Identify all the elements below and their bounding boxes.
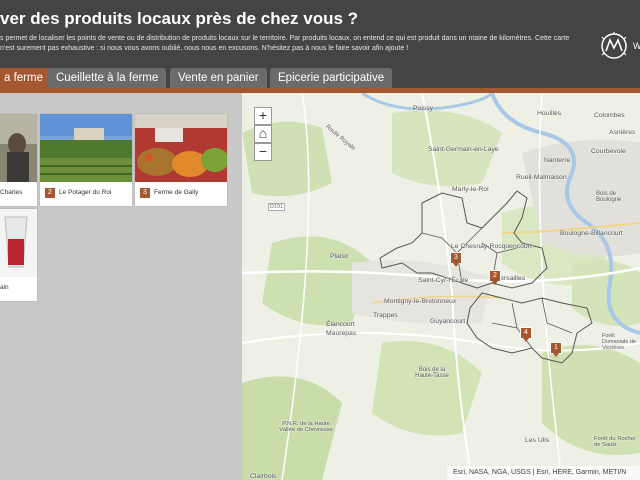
- map-place-label: Forêt du Rocher de Saulx: [594, 436, 636, 448]
- map-place-label: Bois de Boulogne: [596, 191, 622, 203]
- marker-tip: [553, 353, 559, 357]
- page-title: ver des produits locaux près de chez vou…: [0, 9, 359, 28]
- map-place-label: Élancourt: [326, 321, 355, 328]
- card-item-3[interactable]: 3 Ferme de Gally: [135, 114, 227, 206]
- map-place-label: Bois de la Haute-Tasse: [415, 367, 449, 379]
- map-place-label: Guyancourt: [430, 318, 466, 325]
- app-header: ver des produits locaux près de chez vou…: [0, 0, 640, 68]
- card-thumbnail: [40, 114, 132, 182]
- card-thumbnail: [0, 114, 37, 182]
- card-number: 2: [45, 188, 55, 198]
- map-place-label: Boulogne-Billancourt: [560, 230, 623, 237]
- card-thumbnail: [0, 209, 37, 277]
- map-place-label: Nanterre: [544, 157, 571, 164]
- tab-cueillette[interactable]: Cueillette à la ferme: [48, 68, 167, 88]
- card-label: Le Potager du Roi: [59, 189, 112, 196]
- tab-epicerie[interactable]: Epicerie participative: [270, 68, 393, 88]
- logo-text: W: [633, 41, 640, 51]
- map-place-label: Les Ulis: [525, 437, 550, 444]
- map-marker-4[interactable]: 4: [520, 327, 532, 342]
- page-description: s permet de localiser les points de vent…: [0, 35, 570, 52]
- card-list: Charles 2 Le Potager du Roi 3 Ferme de G…: [0, 93, 242, 480]
- card-label: Ferme de Gally: [154, 189, 199, 196]
- zoom-in-button[interactable]: +: [254, 107, 272, 125]
- card-item-2[interactable]: 2 Le Potager du Roi: [40, 114, 132, 206]
- map-place-label: P.N.R. de la Haute Vallée de Chevreuse: [279, 421, 333, 433]
- card-label: ain: [0, 284, 9, 291]
- map-place-label: Montigny-le-Bretonneux: [384, 298, 457, 305]
- map-marker-2[interactable]: 2: [489, 270, 501, 285]
- map-place-label: Trappes: [373, 312, 398, 319]
- map-place-label: Plaisir: [330, 253, 349, 260]
- map-place-label: Colombes: [594, 112, 625, 119]
- card-thumbnail: [135, 114, 227, 182]
- card-item-4[interactable]: ain: [0, 209, 37, 301]
- map-marker-1[interactable]: 1: [550, 342, 562, 357]
- map-place-label: Asnières: [609, 129, 636, 136]
- map-place-label: Le Chesnay-Rocquencourt: [451, 243, 532, 250]
- zoom-out-button[interactable]: −: [254, 143, 272, 161]
- map-place-label: Marly-le-Roi: [452, 186, 489, 193]
- map-place-label: Forêt Domaniale de Verrières: [602, 333, 636, 351]
- marker-tip: [523, 338, 529, 342]
- map-place-label: Clairbois: [250, 473, 277, 480]
- home-button[interactable]: ⌂: [254, 125, 272, 143]
- tab-vente-ferme[interactable]: a ferme: [0, 68, 51, 88]
- card-label: Charles: [0, 189, 23, 196]
- map-attribution[interactable]: Esri, NASA, NGA, USGS | Esri, HERE, Garm…: [447, 466, 640, 480]
- map-marker-3[interactable]: 3: [450, 252, 462, 267]
- map-place-label: Rueil-Malmaison: [516, 174, 567, 181]
- map-view[interactable]: + ⌂ − D191 Poissy Houilles Colombes Asni…: [242, 93, 640, 480]
- marker-tip: [492, 281, 498, 285]
- card-item-1[interactable]: Charles: [0, 114, 37, 206]
- map-place-label: Poissy: [413, 105, 434, 112]
- map-place-label: Houilles: [537, 110, 562, 117]
- map-place-label: Saint-Germain-en-Laye: [428, 146, 499, 153]
- road-label: D191: [268, 203, 286, 211]
- map-place-label: Saint-Cyr-l'École: [418, 277, 469, 284]
- tab-vente-panier[interactable]: Vente en panier: [170, 68, 267, 88]
- marker-tip: [453, 263, 459, 267]
- card-number: 3: [140, 188, 150, 198]
- map-place-label: Courbevoie: [591, 148, 626, 155]
- map-place-label: Maurepas: [326, 330, 357, 337]
